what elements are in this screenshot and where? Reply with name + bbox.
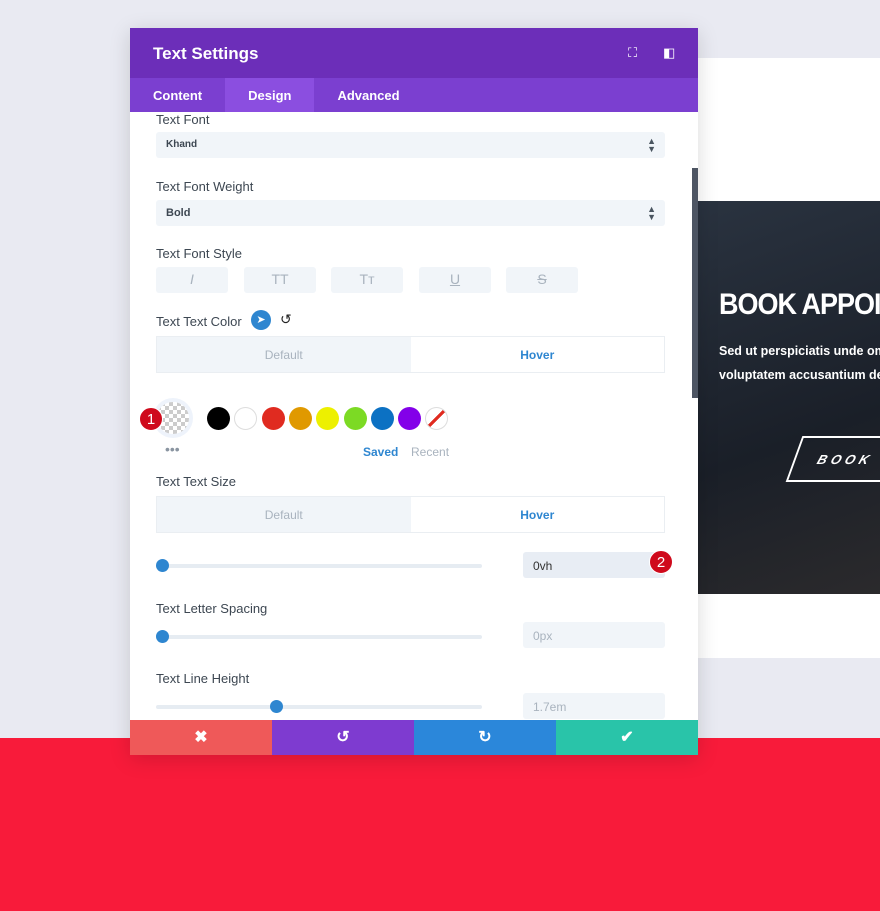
step-badge-1: 1 xyxy=(139,407,163,431)
slider-handle[interactable] xyxy=(270,700,284,713)
letter-spacing-label: Text Letter Spacing xyxy=(156,601,268,616)
color-swatch[interactable] xyxy=(207,407,230,430)
step-badge-2: 2 xyxy=(649,550,673,574)
reset-icon[interactable]: ↺ xyxy=(280,311,292,328)
saved-tab[interactable]: Saved xyxy=(363,445,398,459)
text-color-state-toggle: Default Hover xyxy=(156,336,665,373)
line-height-slider[interactable] xyxy=(156,700,482,713)
tab-advanced[interactable]: Advanced xyxy=(314,78,422,112)
panel-body: Text Font Khand ▲ ▼ Text Font Weight Bold ▲… xyxy=(130,112,698,720)
preview-hero: BOOK APPOINT Sed ut perspiciatis unde om… xyxy=(698,201,880,594)
hover-cursor-icon[interactable]: ➤ xyxy=(251,310,271,330)
text-size-input[interactable]: 0vh xyxy=(523,552,665,578)
underline-button[interactable]: U xyxy=(419,267,491,293)
default-tab[interactable]: Default xyxy=(157,337,411,372)
text-font-weight-select[interactable]: Bold ▲ ▼ xyxy=(156,200,665,226)
letter-spacing-input[interactable]: 0px xyxy=(523,622,665,648)
line-height-input[interactable]: 1.7em xyxy=(523,693,665,719)
cancel-button[interactable]: ✖ xyxy=(130,720,272,755)
no-color-swatch[interactable] xyxy=(425,407,449,430)
slider-handle[interactable] xyxy=(156,630,169,643)
text-font-label: Text Font xyxy=(156,112,210,127)
save-button[interactable]: ✔ xyxy=(556,720,698,755)
panel-title: Text Settings xyxy=(153,44,259,63)
hero-text: Sed ut perspiciatis unde om voluptatem ac… xyxy=(719,344,880,382)
tab-design[interactable]: Design xyxy=(225,78,315,112)
page-footer-section xyxy=(0,738,880,911)
slider-handle[interactable] xyxy=(156,559,169,572)
settings-panel: Text Settings ⛶ ◧ Content Design Advance… xyxy=(130,28,698,755)
tab-content[interactable]: Content xyxy=(130,78,225,112)
hero-heading: BOOK APPOINT xyxy=(719,287,880,321)
hero-button[interactable]: BOOK O xyxy=(785,436,880,482)
undo-button[interactable]: ↺ xyxy=(272,720,414,755)
tab-bar: Content Design Advanced xyxy=(130,78,698,112)
uppercase-button[interactable]: TT xyxy=(244,267,316,293)
italic-button[interactable]: I xyxy=(156,267,228,293)
select-arrows-icon: ▲ ▼ xyxy=(647,136,656,154)
sidebar-layout-icon[interactable]: ◧ xyxy=(663,45,675,61)
smallcaps-button[interactable]: Tт xyxy=(331,267,403,293)
redo-button[interactable]: ↻ xyxy=(414,720,556,755)
letter-spacing-slider[interactable] xyxy=(156,630,482,643)
color-swatch[interactable] xyxy=(288,407,312,430)
strikethrough-button[interactable]: S xyxy=(506,267,578,293)
hover-tab[interactable]: Hover xyxy=(411,497,665,532)
select-arrows-icon: ▲ ▼ xyxy=(647,204,656,222)
text-font-style-label: Text Font Style xyxy=(156,246,242,261)
text-font-select[interactable]: Khand ▲ ▼ xyxy=(156,132,665,158)
panel-header: Text Settings ⛶ ◧ xyxy=(130,28,698,78)
text-color-label: Text Text Color xyxy=(156,314,242,329)
fullscreen-icon[interactable]: ⛶ xyxy=(628,45,637,61)
panel-footer: ✖ ↺ ↻ ✔ xyxy=(130,720,698,755)
text-size-state-toggle: Default Hover xyxy=(156,496,665,533)
text-size-label: Text Text Size xyxy=(156,474,236,489)
color-swatch[interactable] xyxy=(316,407,340,430)
more-options-icon[interactable]: ••• xyxy=(165,441,180,457)
hover-tab[interactable]: Hover xyxy=(411,337,665,372)
default-tab[interactable]: Default xyxy=(157,497,411,532)
color-swatch[interactable] xyxy=(370,407,394,430)
recent-tab[interactable]: Recent xyxy=(411,445,449,459)
color-swatch[interactable] xyxy=(398,407,422,430)
line-height-label: Text Line Height xyxy=(156,671,250,686)
color-swatch[interactable] xyxy=(234,407,258,430)
text-font-weight-label: Text Font Weight xyxy=(156,179,254,194)
panel-scrollbar[interactable] xyxy=(692,168,698,398)
color-swatch[interactable] xyxy=(261,407,285,430)
text-size-slider[interactable] xyxy=(156,559,482,572)
color-swatch[interactable] xyxy=(343,407,367,430)
